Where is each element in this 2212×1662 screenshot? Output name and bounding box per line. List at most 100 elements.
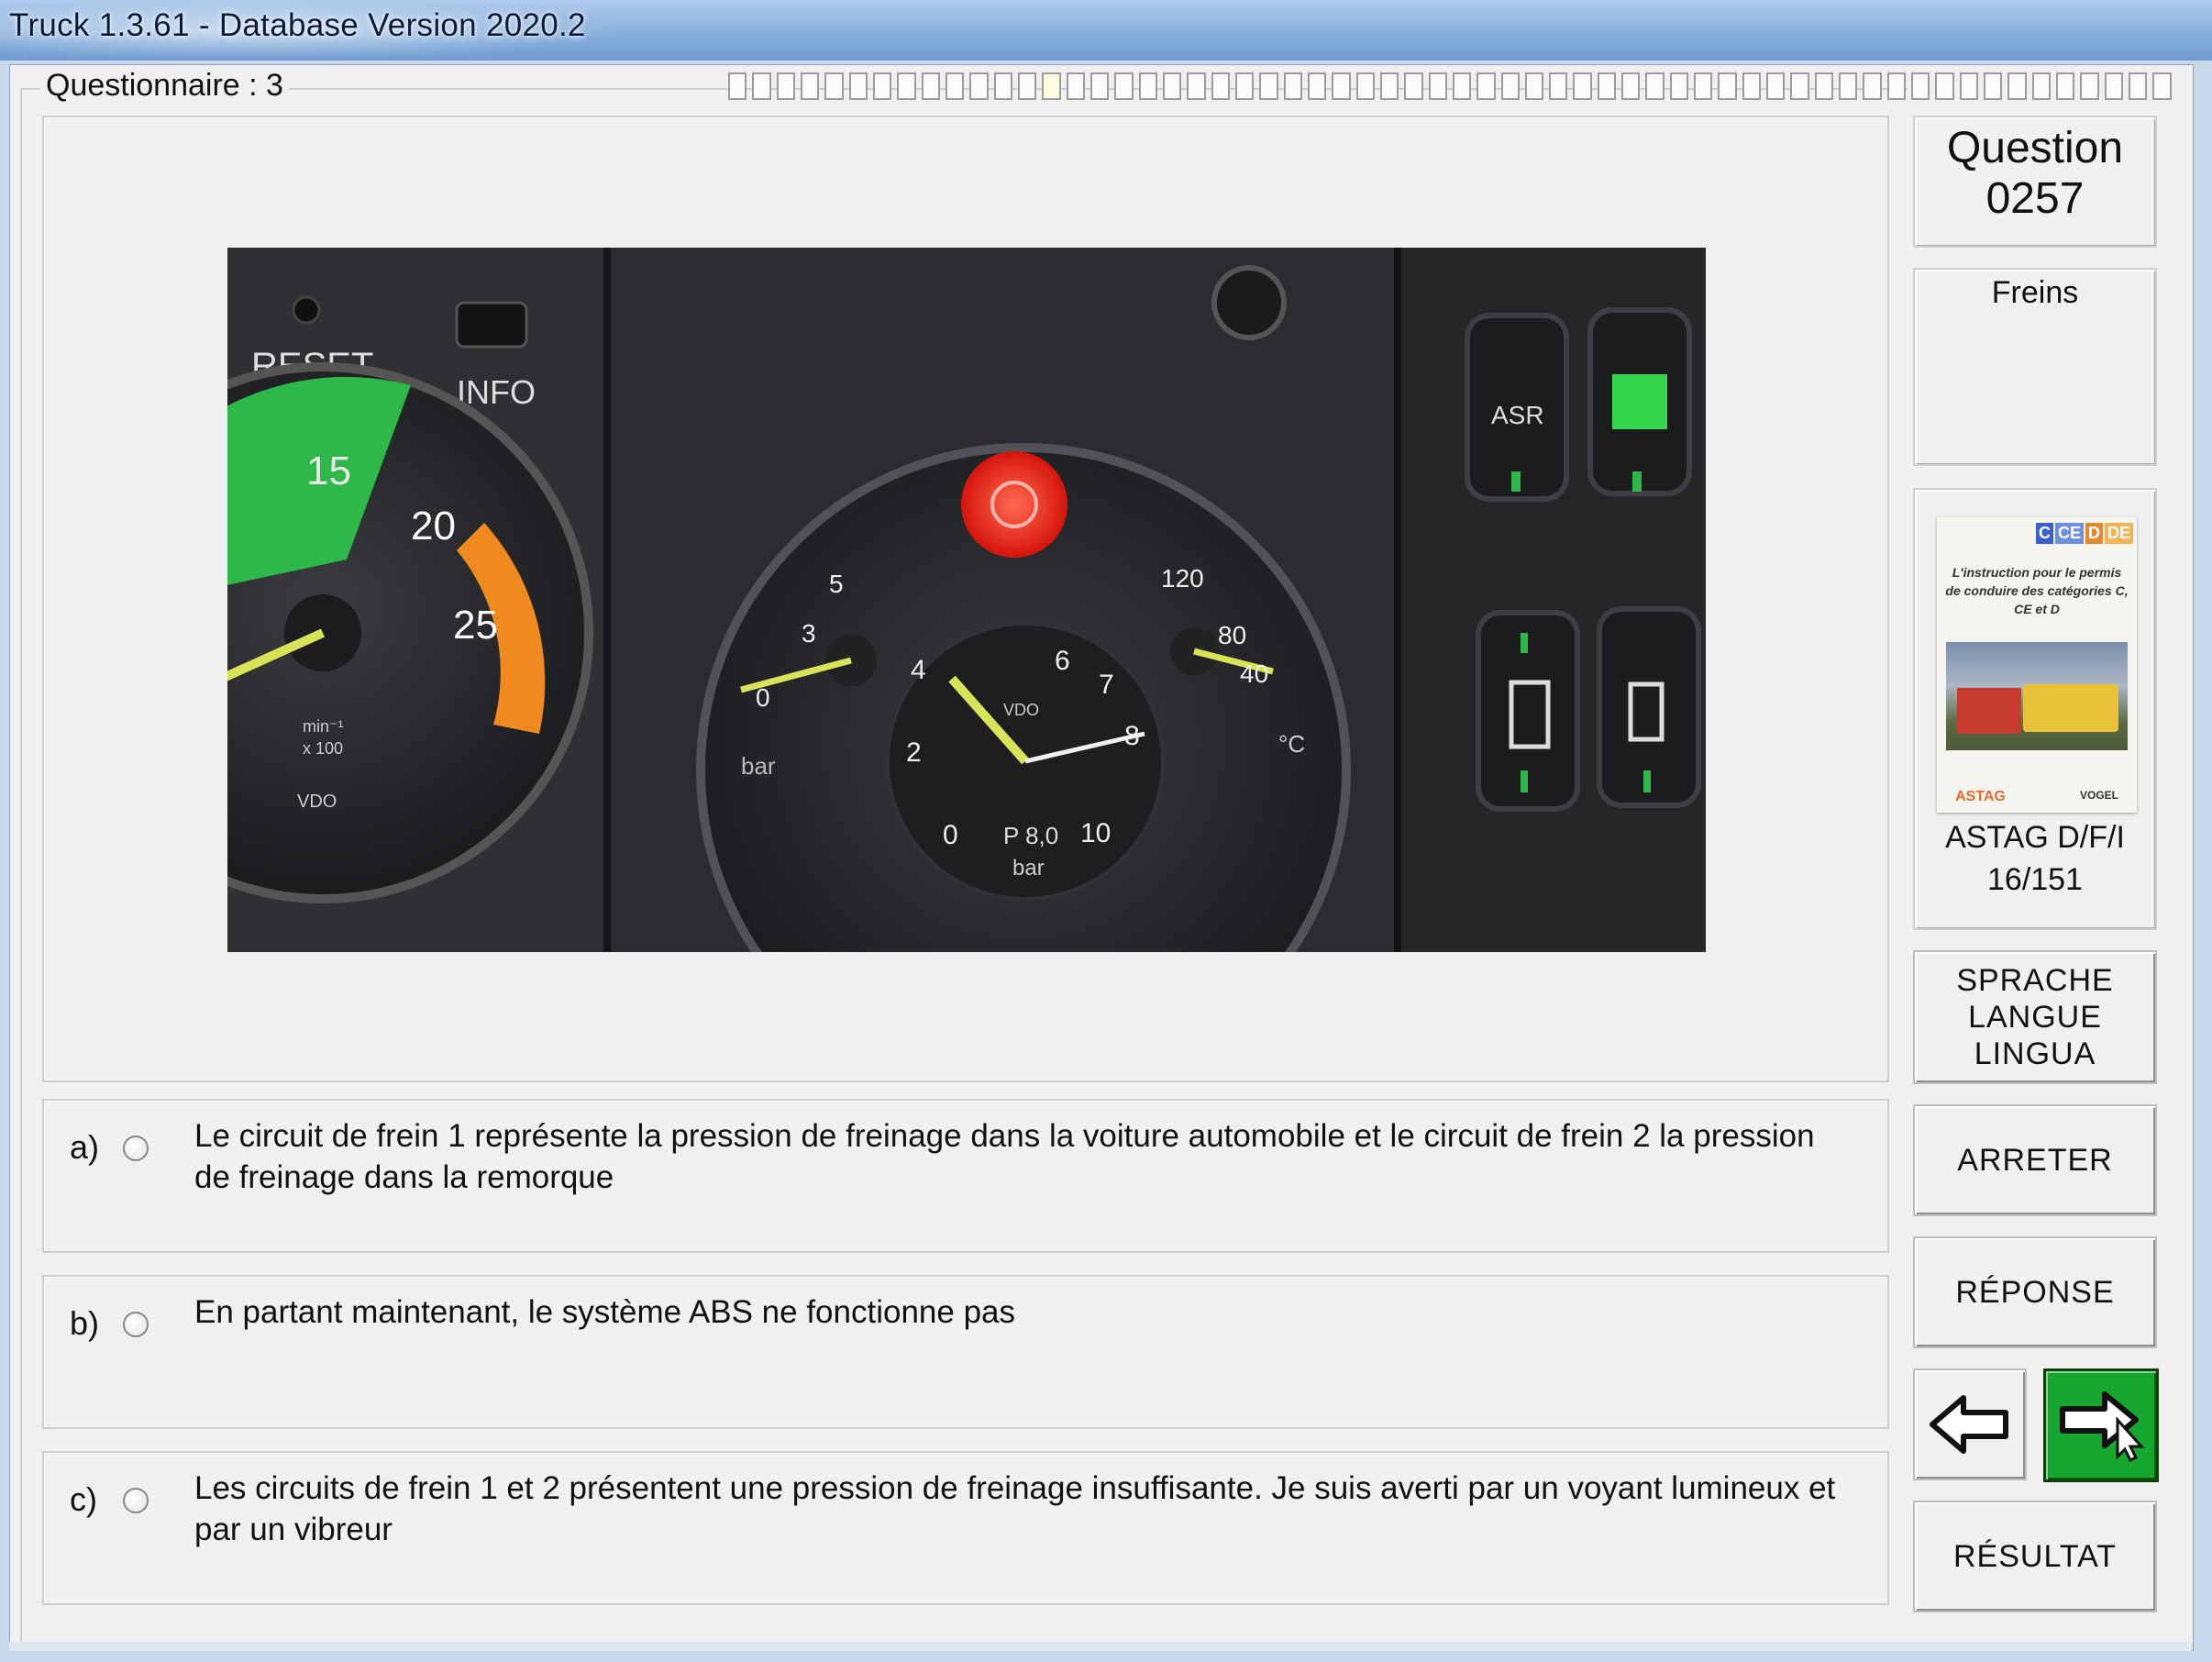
progress-cell [1066,72,1085,100]
answer-b[interactable]: b) En partant maintenant, le système ABS… [42,1275,1889,1429]
book-category-tags: C CE D DE [2035,523,2133,544]
progress-cell [969,72,989,100]
progress-cell [752,72,771,100]
previous-button[interactable] [1913,1368,2027,1480]
window-title: Truck 1.3.61 - Database Version 2020.2 [9,7,586,43]
progress-cell [2104,72,2124,100]
book-tag-c: C [2035,523,2053,544]
progress-cell [1984,72,2003,100]
progress-cell [2031,72,2052,100]
rpm-tick-15: 15 [306,449,351,493]
progress-cell [993,72,1012,100]
oil-tick-0: 0 [756,683,770,712]
panel-knob [1211,265,1287,340]
pressure-mark: P 8,0 [1003,822,1058,849]
progress-cell [1911,72,1930,100]
answer-a[interactable]: a) Le circuit de frein 1 représente la p… [42,1099,1889,1253]
stop-label: ARRETER [1957,1142,2113,1178]
book-tag-ce: CE [2054,523,2084,544]
progress-cell [1017,72,1037,100]
answer-c-letter: c) [70,1480,97,1518]
progress-cell [1162,72,1182,100]
book-title: L'instruction pour le permis de conduire… [1945,565,2129,616]
pressure-tick-6: 6 [1055,646,1070,676]
progress-cell [1742,72,1762,100]
progress-cell [2129,72,2148,100]
book-cover: C CE D DE L'instruction pour le permis d… [1937,517,2137,813]
temp-tick-40: 40 [1240,659,1268,688]
answer-button[interactable]: RÉPONSE [1913,1236,2157,1348]
info-button-knob [455,301,528,349]
progress-cell [1669,72,1689,100]
language-button[interactable]: SPRACHE LANGUE LINGUA [1913,950,2157,1084]
book-bus-image [2023,684,2118,732]
progress-cell [1886,72,1907,100]
progress-cell [2056,72,2075,100]
progress-cell [945,72,965,100]
progress-cell [897,72,916,100]
window-bottom-edge [9,1642,2192,1651]
progress-cell [2080,72,2099,100]
progress-cell [1452,72,1472,100]
answer-b-text: En partant maintenant, le système ABS ne… [194,1294,1015,1330]
answer-c[interactable]: c) Les circuits de frein 1 et 2 présente… [42,1451,1889,1605]
progress-cell [1935,72,1954,100]
progress-cell [1234,72,1255,100]
green-switch-lamp [1612,374,1667,429]
progress-cell [1500,72,1520,100]
stop-button[interactable]: ARRETER [1913,1104,2157,1216]
reset-button-knob [292,295,321,325]
progress-cell [1790,72,1809,100]
category-label: Freins [1991,275,2079,310]
progress-cell [776,72,795,100]
book-tag-d: D [2085,523,2103,544]
progress-cell [2007,72,2027,100]
arrow-right-icon [2060,1391,2145,1462]
progress-cell [1089,72,1110,100]
result-label: RÉSULTAT [1952,1538,2118,1574]
book-cover-image [1946,642,2128,750]
progress-cell [728,72,747,100]
result-button[interactable]: RÉSULTAT [1913,1501,2157,1612]
answer-a-text: Le circuit de frein 1 représente la pres… [194,1118,1815,1195]
progress-cell [1042,72,1061,100]
source-line-2: 16/151 [1987,862,2083,897]
progress-cell [1138,72,1157,100]
answer-a-radio[interactable] [123,1136,149,1161]
progress-cell [1307,72,1327,100]
language-label-fr: LANGUE [1968,1000,2102,1035]
questionnaire-label: Questionnaire : 3 [40,68,289,104]
progress-cell [1211,72,1230,100]
progress-cell [1114,72,1134,100]
rpm-tick-20: 20 [411,504,456,548]
progress-cell [824,72,844,100]
answer-b-radio[interactable] [123,1312,149,1337]
title-bar: Truck 1.3.61 - Database Version 2020.2 [0,0,2212,61]
progress-cell [1597,72,1617,100]
pressure-tick-2: 2 [906,737,922,768]
book-tag-de: DE [2104,523,2133,544]
progress-cell [1814,72,1834,100]
pressure-unit: bar [1012,856,1045,881]
book-logo-right: VOGEL [2079,789,2118,802]
temp-tick-120: 120 [1161,564,1204,593]
progress-cell [1283,72,1302,100]
answer-b-letter: b) [70,1304,100,1342]
green-switch-indicator [1632,471,1642,492]
answer-c-radio[interactable] [123,1488,149,1513]
next-button[interactable] [2043,1368,2159,1482]
answer-label: RÉPONSE [1955,1274,2115,1310]
rpm-unit-1: min⁻¹ [303,717,344,736]
progress-cell [872,72,892,100]
progress-cell [1332,72,1351,100]
progress-cell [2152,72,2172,100]
progress-cell [1694,72,1713,100]
pressure-tick-10: 10 [1080,818,1111,848]
category-box: Freins [1913,268,2157,466]
pressure-tick-0: 0 [943,820,958,850]
progress-cell [800,72,820,100]
question-number-box: Question 0257 [1913,116,2157,248]
question-label: Question [1946,124,2124,172]
source-book-box: C CE D DE L'instruction pour le permis d… [1913,488,2157,930]
progress-cell [1621,72,1641,100]
